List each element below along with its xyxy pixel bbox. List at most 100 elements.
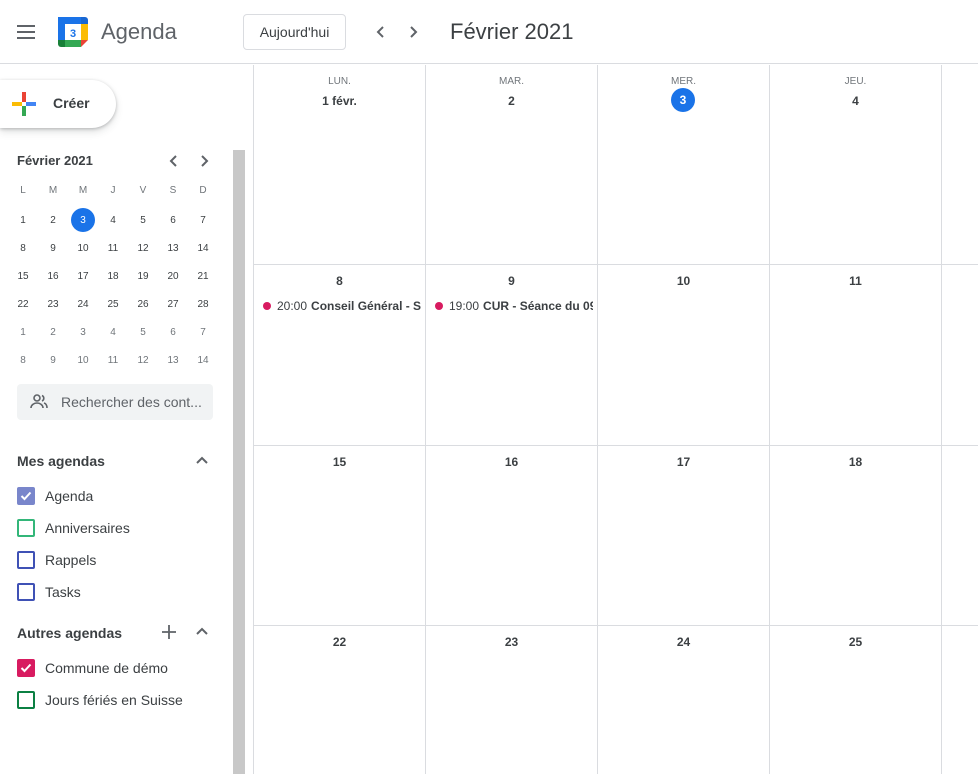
previous-period-icon[interactable]	[369, 20, 393, 44]
day-number[interactable]: 17	[598, 455, 769, 469]
calendar-item[interactable]: Jours fériés en Suisse	[17, 688, 183, 712]
event-title: Conseil Général - Séance	[311, 299, 421, 313]
day-number[interactable]: 25	[770, 635, 941, 649]
day-number[interactable]: 4	[770, 94, 941, 108]
calendar-item[interactable]: Tasks	[17, 580, 81, 604]
mini-day-number: 15	[17, 270, 29, 282]
mini-day-number: 18	[107, 270, 119, 282]
calendar-checkbox[interactable]	[17, 583, 35, 601]
mini-day[interactable]: 27	[158, 290, 188, 318]
mini-next-month-icon[interactable]	[194, 151, 214, 171]
event-chip[interactable]: 19:00 CUR - Séance du 09	[435, 297, 593, 315]
calendar-checkbox[interactable]	[17, 659, 35, 677]
calendar-item[interactable]: Rappels	[17, 548, 96, 572]
people-icon	[30, 394, 48, 409]
mini-day[interactable]: 18	[98, 262, 128, 290]
mini-day[interactable]: 1	[8, 206, 38, 234]
sidebar-scrollbar[interactable]	[233, 150, 245, 774]
day-number[interactable]: 8	[254, 274, 425, 288]
mini-weekday-header: M	[48, 184, 58, 196]
calendar-checkbox[interactable]	[17, 487, 35, 505]
day-number[interactable]: 18	[770, 455, 941, 469]
calendar-item[interactable]: Commune de démo	[17, 656, 168, 680]
mini-day[interactable]: 2	[38, 206, 68, 234]
mini-day[interactable]: 15	[8, 262, 38, 290]
month-grid: LUN. MAR. MER. JEU. 1 févr. 2 3 4 8 9 10 11 15 16 17 18…	[253, 65, 978, 774]
mini-day[interactable]: 2	[38, 318, 68, 346]
mini-week-row: 1 2 3 4 5 6 7	[8, 206, 218, 234]
mini-day[interactable]: 13	[158, 346, 188, 374]
day-number[interactable]: 22	[254, 635, 425, 649]
calendar-checkbox[interactable]	[17, 519, 35, 537]
mini-day[interactable]: 7	[188, 318, 218, 346]
mini-day[interactable]: 12	[128, 346, 158, 374]
calendar-item[interactable]: Agenda	[17, 484, 93, 508]
day-number[interactable]: 9	[426, 274, 597, 288]
calendar-checkbox[interactable]	[17, 551, 35, 569]
mini-day[interactable]: 19	[128, 262, 158, 290]
mini-day[interactable]: 8	[8, 346, 38, 374]
mini-weekday-header: V	[139, 184, 147, 196]
mini-day[interactable]: 8	[8, 234, 38, 262]
mini-day[interactable]: 21	[188, 262, 218, 290]
day-number[interactable]: 10	[598, 274, 769, 288]
mini-day[interactable]: 9	[38, 234, 68, 262]
mini-day[interactable]: 23	[38, 290, 68, 318]
create-button[interactable]: Créer	[0, 80, 116, 128]
create-label: Créer	[53, 95, 90, 111]
main-menu-icon[interactable]	[10, 16, 42, 48]
mini-day[interactable]: 7	[188, 206, 218, 234]
mini-day[interactable]: 26	[128, 290, 158, 318]
mini-day[interactable]: 17	[68, 262, 98, 290]
mini-prev-month-icon[interactable]	[164, 151, 184, 171]
mini-day[interactable]: 3	[68, 318, 98, 346]
collapse-my-calendars-icon[interactable]	[191, 450, 213, 472]
mini-day[interactable]: 4	[98, 318, 128, 346]
calendar-checkbox[interactable]	[17, 691, 35, 709]
mini-day[interactable]: 4	[98, 206, 128, 234]
mini-day[interactable]: 24	[68, 290, 98, 318]
day-number[interactable]: 2	[426, 94, 597, 108]
mini-day[interactable]: 12	[128, 234, 158, 262]
day-number[interactable]: 23	[426, 635, 597, 649]
mini-day[interactable]: 11	[98, 346, 128, 374]
day-number[interactable]: 11	[770, 274, 941, 288]
today-button[interactable]: Aujourd'hui	[243, 14, 346, 50]
day-number[interactable]: 16	[426, 455, 597, 469]
event-color-dot	[263, 302, 271, 310]
day-number[interactable]: 1 févr.	[254, 94, 425, 108]
mini-day[interactable]: 6	[158, 318, 188, 346]
mini-day-number: 12	[137, 242, 149, 254]
collapse-other-calendars-icon[interactable]	[191, 621, 213, 643]
next-period-icon[interactable]	[401, 20, 425, 44]
mini-day[interactable]: 5	[128, 206, 158, 234]
mini-day[interactable]: 5	[128, 318, 158, 346]
calendar-item[interactable]: Anniversaires	[17, 516, 130, 540]
mini-day[interactable]: 25	[98, 290, 128, 318]
event-chip[interactable]: 20:00Conseil Général - Séance	[263, 297, 421, 315]
add-calendar-icon[interactable]	[158, 621, 180, 643]
mini-day[interactable]: 14	[188, 234, 218, 262]
day-number[interactable]: 24	[598, 635, 769, 649]
mini-day[interactable]: 20	[158, 262, 188, 290]
mini-day-number: 9	[50, 354, 56, 366]
mini-day[interactable]: 9	[38, 346, 68, 374]
mini-day[interactable]: 28	[188, 290, 218, 318]
mini-weekday-header: S	[169, 184, 177, 196]
mini-day[interactable]: 11	[98, 234, 128, 262]
mini-day[interactable]: 10	[68, 346, 98, 374]
mini-day[interactable]: 16	[38, 262, 68, 290]
mini-day[interactable]: 1	[8, 318, 38, 346]
mini-week-row: 22 23 24 25 26 27 28	[8, 290, 218, 318]
mini-day[interactable]: 14	[188, 346, 218, 374]
mini-day-number: 1	[20, 214, 26, 226]
mini-day[interactable]: 6	[158, 206, 188, 234]
people-search-input[interactable]: Rechercher des cont...	[17, 384, 213, 420]
mini-day[interactable]: 22	[8, 290, 38, 318]
day-number[interactable]: 15	[254, 455, 425, 469]
mini-day[interactable]: 13	[158, 234, 188, 262]
mini-day[interactable]: 3	[68, 206, 98, 234]
mini-day-number: 12	[137, 354, 149, 366]
today-day-number[interactable]: 3	[671, 88, 695, 112]
mini-day[interactable]: 10	[68, 234, 98, 262]
